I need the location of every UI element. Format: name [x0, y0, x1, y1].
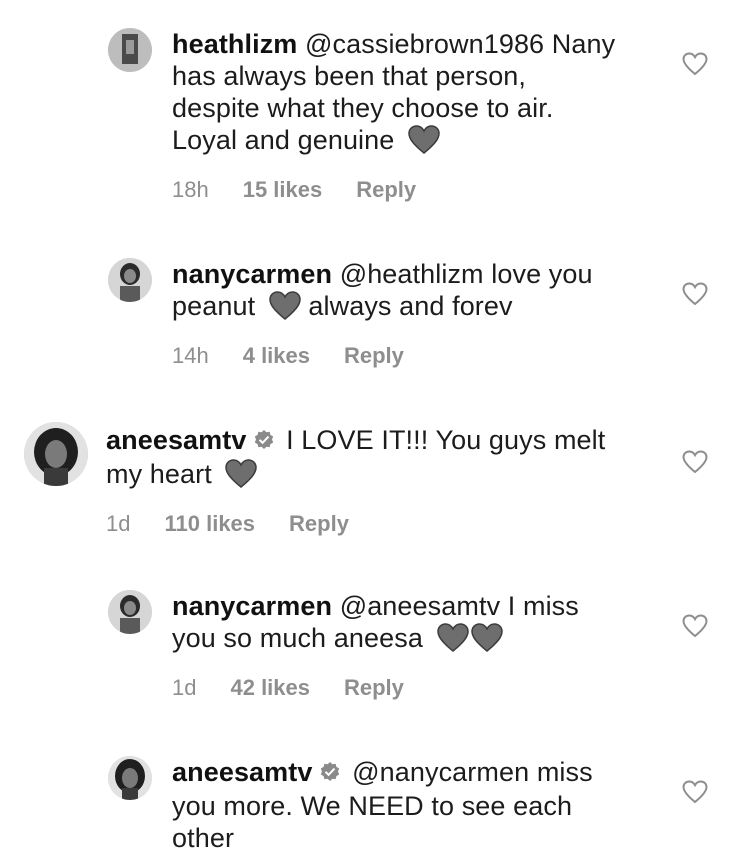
heart-outline-icon[interactable]: [682, 52, 708, 76]
heart-outline-icon[interactable]: [682, 780, 708, 804]
comment-text-line: peanut: [172, 291, 256, 321]
comment-text-line: my heart: [106, 459, 212, 489]
comment-text-line: other: [172, 823, 235, 853]
likes-count[interactable]: 42 likes: [230, 674, 310, 702]
timestamp[interactable]: 1d: [106, 510, 130, 538]
verified-badge-icon: [319, 758, 341, 790]
comment-text: aneesamtv @nanycarmen miss you more. We …: [172, 756, 692, 854]
timestamp[interactable]: 14h: [172, 342, 209, 370]
comment-text-line: despite what they choose to air.: [172, 93, 554, 123]
comment-body: heathlizm @cassiebrown1986 Nany has alwa…: [172, 28, 692, 204]
reply-button[interactable]: Reply: [344, 342, 404, 370]
comment-text: nanycarmen @aneesamtv I miss you so much…: [172, 590, 692, 660]
comment-body: nanycarmen @heathlizm love you peanut al…: [172, 258, 692, 370]
comment-body: aneesamtv @nanycarmen miss you more. We …: [172, 756, 692, 854]
likes-count[interactable]: 110 likes: [164, 510, 255, 538]
heart-outline-icon[interactable]: [682, 614, 708, 638]
grey-heart-emoji-icon: [225, 459, 258, 496]
comment-body: nanycarmen @aneesamtv I miss you so much…: [172, 590, 692, 702]
comment-text-line: I LOVE IT!!! You guys melt: [286, 425, 606, 455]
verified-badge-icon: [253, 426, 275, 458]
username[interactable]: nanycarmen: [172, 591, 332, 621]
timestamp[interactable]: 18h: [172, 176, 209, 204]
reply-button[interactable]: Reply: [356, 176, 416, 204]
comment-meta: 1d 110 likes Reply: [106, 510, 666, 538]
reply-button[interactable]: Reply: [289, 510, 349, 538]
mention-link[interactable]: @aneesamtv: [340, 591, 500, 621]
username[interactable]: aneesamtv: [172, 757, 313, 787]
avatar[interactable]: [108, 756, 152, 800]
comment-text-line: Nany: [551, 29, 616, 59]
username[interactable]: nanycarmen: [172, 259, 332, 289]
comment-meta: 18h 15 likes Reply: [172, 176, 692, 204]
reply-button[interactable]: Reply: [344, 674, 404, 702]
comment-meta: 1d 42 likes Reply: [172, 674, 692, 702]
timestamp[interactable]: 1d: [172, 674, 196, 702]
comment-text-line: miss: [536, 757, 593, 787]
username[interactable]: aneesamtv: [106, 425, 247, 455]
heart-outline-icon[interactable]: [682, 450, 708, 474]
mention-link[interactable]: @cassiebrown1986: [305, 29, 544, 59]
avatar[interactable]: [108, 590, 152, 634]
comment-text: nanycarmen @heathlizm love you peanut al…: [172, 258, 692, 328]
heart-outline-icon[interactable]: [682, 282, 708, 306]
mention-link[interactable]: @heathlizm: [340, 259, 484, 289]
avatar[interactable]: [108, 258, 152, 302]
comment-body: aneesamtv I LOVE IT!!! You guys melt my …: [106, 424, 666, 538]
avatar[interactable]: [24, 422, 88, 486]
grey-heart-emoji-icon: [436, 623, 469, 660]
grey-heart-emoji-icon: [269, 291, 301, 328]
comment-text: aneesamtv I LOVE IT!!! You guys melt my …: [106, 424, 666, 496]
comment-text-line: you so much aneesa: [172, 623, 423, 653]
comment-text-line: love you: [491, 259, 593, 289]
avatar[interactable]: [108, 28, 152, 72]
likes-count[interactable]: 4 likes: [243, 342, 310, 370]
comment-text-line: you more. We NEED to see each: [172, 791, 573, 821]
comment-text-line: I miss: [507, 591, 579, 621]
comment-meta: 14h 4 likes Reply: [172, 342, 692, 370]
username[interactable]: heathlizm: [172, 29, 297, 59]
grey-heart-emoji-icon: [470, 623, 503, 660]
mention-link[interactable]: @nanycarmen: [352, 757, 529, 787]
comment-text-line: always and forev: [308, 291, 513, 321]
grey-heart-emoji-icon: [408, 125, 440, 162]
comment-text: heathlizm @cassiebrown1986 Nany has alwa…: [172, 28, 692, 162]
likes-count[interactable]: 15 likes: [243, 176, 323, 204]
comment-text-line: Loyal and genuine: [172, 125, 395, 155]
comment-text-line: has always been that person,: [172, 61, 527, 91]
